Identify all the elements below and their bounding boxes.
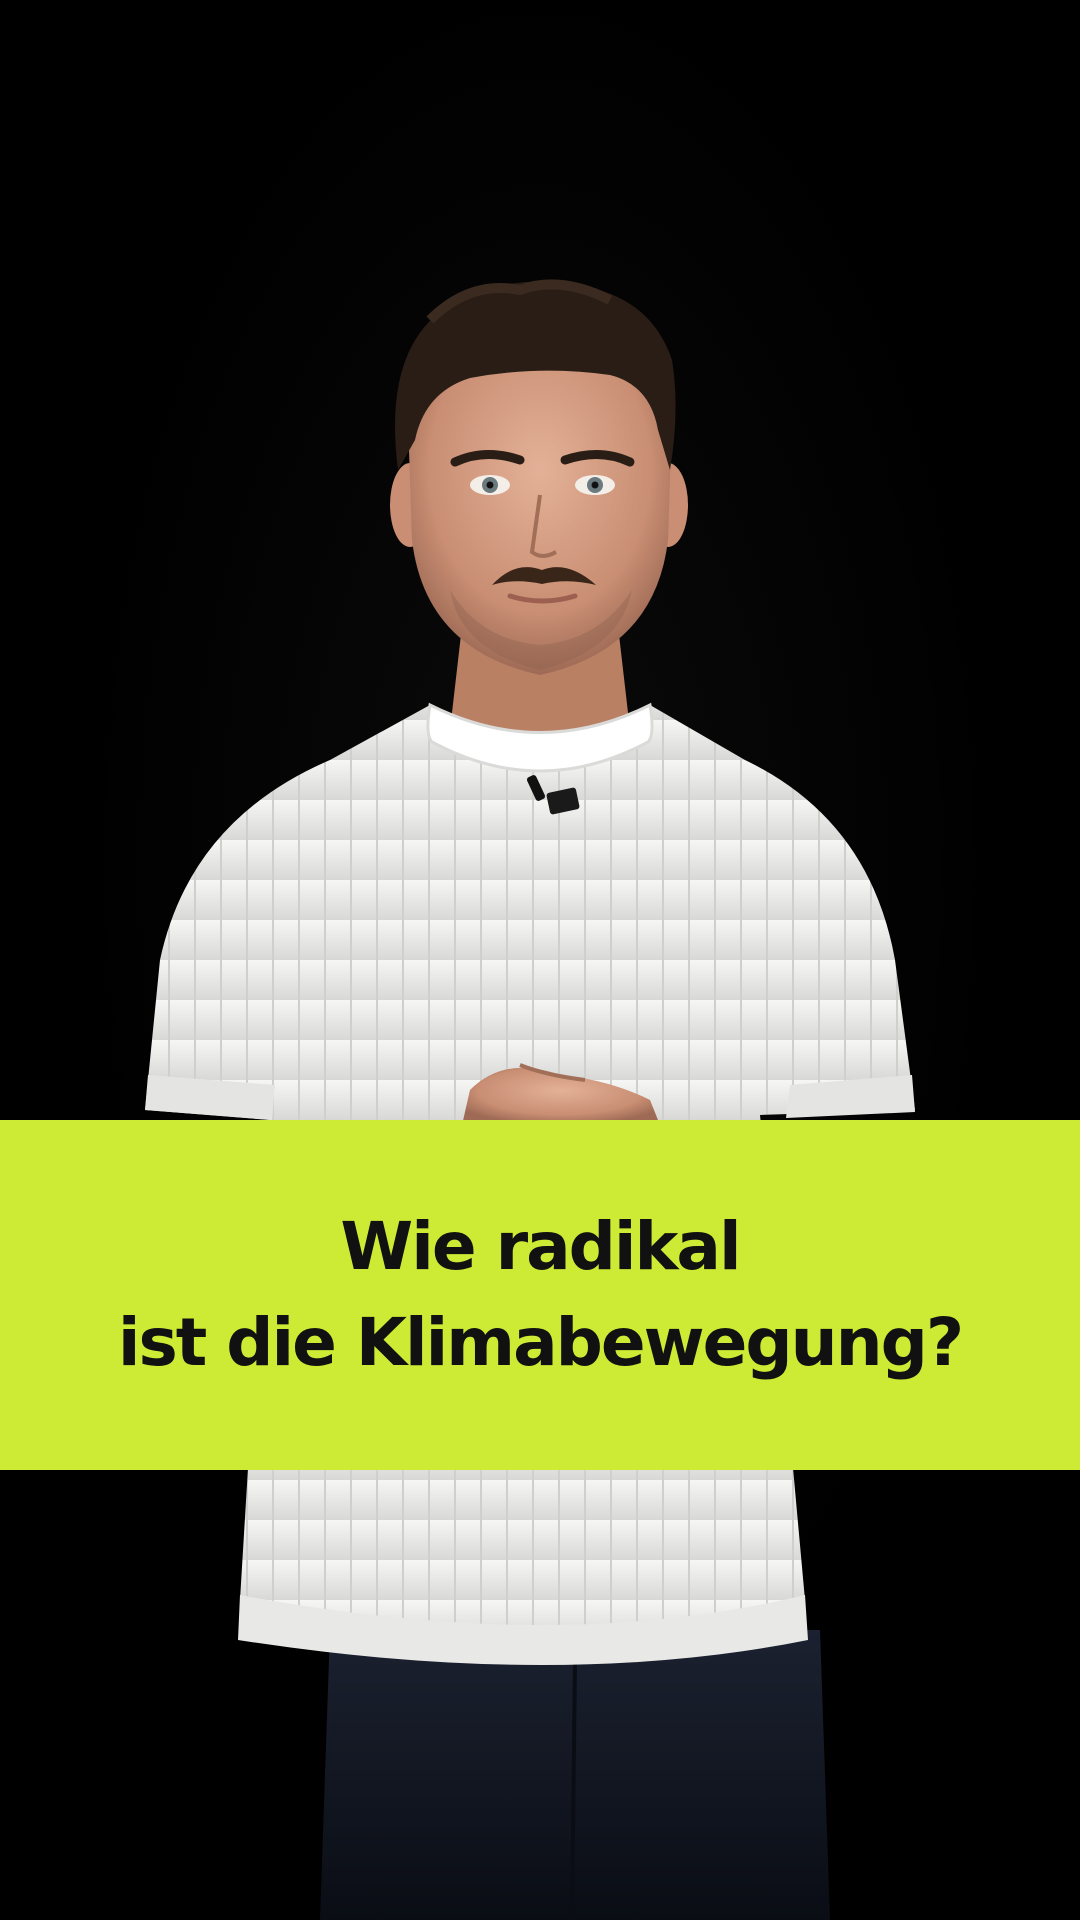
presenter-illustration	[145, 279, 915, 1920]
video-title: Wie radikal ist die Klimabewegung?	[117, 1199, 964, 1391]
title-banner: Wie radikal ist die Klimabewegung?	[0, 1120, 1080, 1470]
title-line-1: Wie radikal	[340, 1208, 741, 1285]
video-frame	[0, 0, 1080, 1920]
title-line-2: ist die Klimabewegung?	[117, 1304, 964, 1381]
